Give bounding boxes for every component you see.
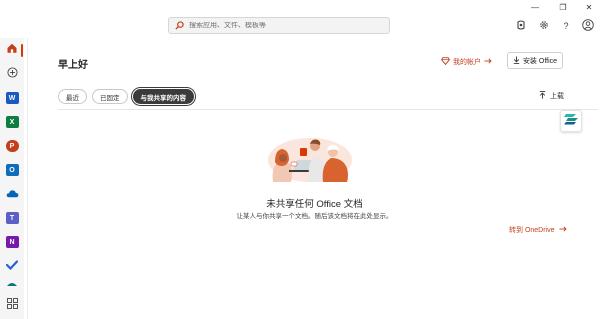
rail-item-create[interactable] bbox=[2, 64, 22, 84]
onedrive-link-label: 转到 OneDrive bbox=[509, 227, 555, 234]
upload-icon bbox=[539, 91, 546, 101]
apps-grid-icon bbox=[6, 296, 18, 314]
page-title: 早上好 bbox=[58, 60, 88, 71]
rail-item-all-apps[interactable] bbox=[2, 295, 22, 315]
tab-shared-label: 与我共享的内容 bbox=[140, 94, 187, 102]
tab-pinned[interactable]: 已固定 bbox=[92, 89, 128, 104]
account-button[interactable] bbox=[580, 18, 596, 34]
onenote-icon: N bbox=[5, 236, 19, 248]
empty-state-illustration bbox=[265, 132, 355, 184]
download-icon bbox=[513, 56, 520, 66]
floating-app-button[interactable] bbox=[560, 110, 582, 132]
copilot-icon bbox=[516, 20, 526, 32]
rail-item-word[interactable]: W bbox=[2, 88, 22, 108]
rail-item-todo[interactable] bbox=[2, 256, 22, 276]
check-icon bbox=[5, 257, 19, 275]
upload-label: 上载 bbox=[550, 93, 564, 100]
rail-item-powerpoint[interactable]: P bbox=[2, 136, 22, 156]
rail-item-home[interactable] bbox=[2, 40, 22, 60]
upload-button[interactable]: 上载 bbox=[539, 91, 564, 101]
sway-app-icon bbox=[564, 112, 578, 130]
plus-icon bbox=[6, 65, 18, 83]
account-icon bbox=[582, 19, 594, 33]
teams-icon: T bbox=[5, 212, 19, 224]
main-content: 早上好 我的帐户 安装 Office 最近 已固定 与我共享的内容 上载 未共享… bbox=[27, 38, 600, 319]
tab-recent-label: 最近 bbox=[66, 94, 79, 102]
tab-pinned-label: 已固定 bbox=[100, 94, 120, 102]
rail-item-outlook[interactable]: O bbox=[2, 160, 22, 180]
go-to-onedrive-link[interactable]: 转到 OneDrive bbox=[509, 225, 567, 235]
document-tabs: 最近 已固定 与我共享的内容 bbox=[58, 89, 194, 104]
close-window-button[interactable]: ✕ bbox=[576, 0, 600, 14]
app-rail: W X P O T N bbox=[0, 38, 24, 319]
arrow-right-icon bbox=[484, 58, 492, 66]
search-input[interactable] bbox=[189, 22, 379, 29]
office-home-app: — ❐ ✕ ? bbox=[0, 0, 600, 319]
rail-item-onenote[interactable]: N bbox=[2, 232, 22, 252]
cloud-icon bbox=[6, 185, 19, 203]
install-office-button[interactable]: 安装 Office bbox=[507, 52, 563, 69]
search-box[interactable] bbox=[168, 17, 390, 34]
empty-state-subtitle: 让某人与你共享一个文档。随后该文档将在此处显示。 bbox=[236, 213, 393, 220]
copilot-button[interactable] bbox=[513, 18, 529, 34]
rail-item-teams[interactable]: T bbox=[2, 208, 22, 228]
teal-app-icon bbox=[6, 280, 18, 292]
empty-state-title: 未共享任何 Office 文档 bbox=[266, 199, 363, 210]
my-account-label: 我的帐户 bbox=[453, 59, 481, 66]
settings-icon bbox=[539, 20, 549, 32]
excel-icon: X bbox=[5, 116, 19, 128]
outlook-icon: O bbox=[5, 164, 19, 176]
rail-item-excel[interactable]: X bbox=[2, 112, 22, 132]
minimize-button[interactable]: — bbox=[522, 0, 548, 14]
minimize-icon: — bbox=[531, 2, 539, 12]
diamond-icon bbox=[441, 57, 450, 67]
title-bar: — ❐ ✕ bbox=[0, 0, 600, 14]
help-button[interactable]: ? bbox=[558, 18, 574, 34]
home-icon bbox=[6, 41, 18, 59]
tabs-divider bbox=[58, 109, 598, 110]
arrow-right-icon bbox=[559, 226, 567, 234]
word-icon: W bbox=[5, 92, 19, 104]
restore-button[interactable]: ❐ bbox=[550, 0, 576, 14]
settings-button[interactable] bbox=[536, 18, 552, 34]
rail-item-onedrive[interactable] bbox=[2, 184, 22, 204]
close-icon: ✕ bbox=[585, 2, 593, 12]
top-header: ? bbox=[0, 14, 600, 38]
tab-shared-with-me[interactable]: 与我共享的内容 bbox=[132, 89, 194, 104]
restore-icon: ❐ bbox=[559, 2, 567, 12]
tab-recent[interactable]: 最近 bbox=[58, 89, 87, 104]
install-office-label: 安装 Office bbox=[522, 57, 558, 65]
powerpoint-icon: P bbox=[5, 140, 19, 152]
my-account-link[interactable]: 我的帐户 bbox=[441, 57, 492, 67]
search-icon bbox=[175, 17, 184, 35]
help-icon: ? bbox=[563, 21, 569, 31]
rail-item-more-apps[interactable] bbox=[2, 280, 22, 292]
